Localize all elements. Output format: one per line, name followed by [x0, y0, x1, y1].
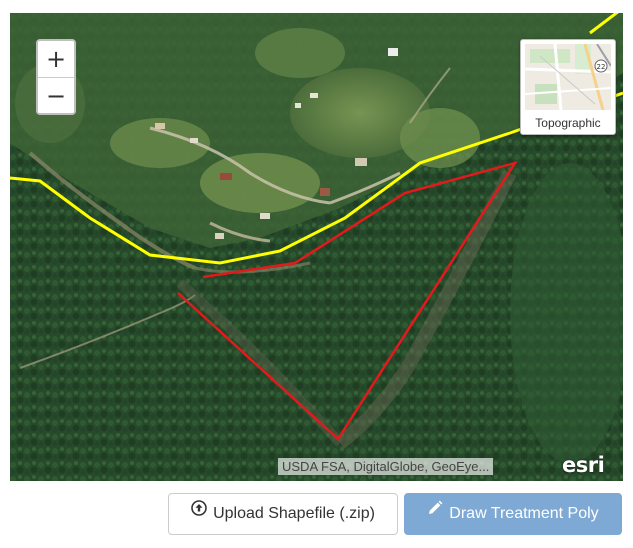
draw-treatment-poly-button[interactable]: Draw Treatment Poly [404, 493, 622, 535]
zoom-control: + − [36, 39, 76, 115]
topographic-map-icon: 22 [525, 44, 611, 110]
map-view[interactable]: + − 22 Topographic USDA FSA, DigitalGlob… [10, 13, 623, 481]
basemap-toggle[interactable]: 22 Topographic [520, 39, 616, 135]
zoom-in-button[interactable]: + [38, 41, 74, 77]
esri-logo: esri [562, 453, 605, 477]
zoom-out-button[interactable]: − [38, 77, 74, 113]
pencil-icon [427, 492, 443, 532]
draw-treatment-poly-label: Draw Treatment Poly [449, 505, 599, 523]
upload-shapefile-label: Upload Shapefile (.zip) [213, 505, 375, 523]
upload-circle-icon [191, 492, 207, 532]
map-attribution[interactable]: USDA FSA, DigitalGlobe, GeoEye... [278, 458, 494, 475]
basemap-label: Topographic [535, 116, 601, 130]
page: + − 22 Topographic USDA FSA, DigitalGlob… [0, 0, 633, 548]
upload-shapefile-button[interactable]: Upload Shapefile (.zip) [168, 493, 398, 535]
basemap-thumbnail: 22 [525, 44, 611, 110]
svg-text:22: 22 [597, 63, 606, 71]
